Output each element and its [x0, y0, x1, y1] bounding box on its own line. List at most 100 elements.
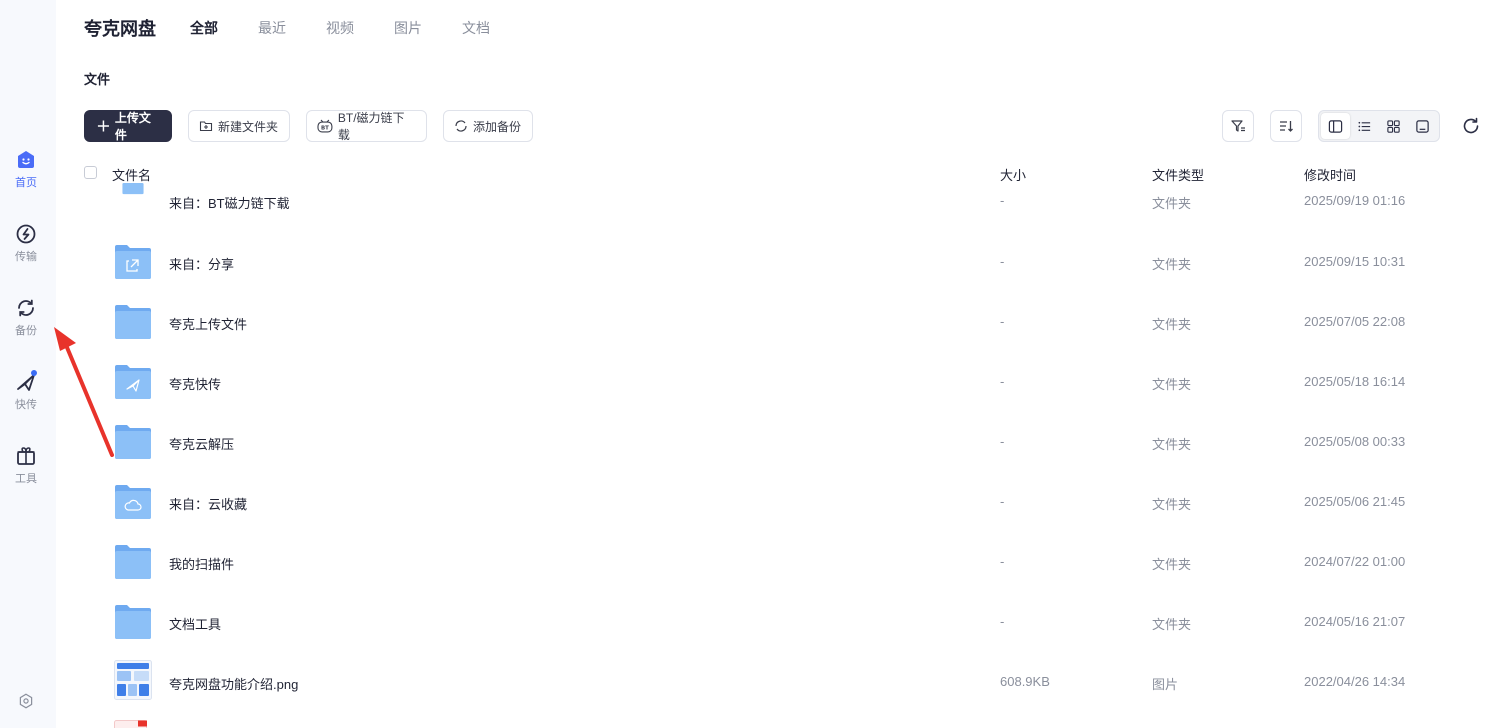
- toolbar: 上传文件 新建文件夹 BT BT/磁力链下载 添加备份: [84, 110, 533, 142]
- file-size: -: [1000, 614, 1005, 629]
- new-folder-icon: [199, 121, 213, 132]
- folder-send-icon: [115, 365, 151, 399]
- upload-button-label: 上传文件: [114, 111, 151, 142]
- file-mtime: 2025/09/19 01:16: [1304, 193, 1406, 208]
- file-size: -: [1000, 494, 1005, 509]
- view-preview-button[interactable]: [1408, 113, 1437, 139]
- file-mtime: 2025/09/15 10:31: [1304, 254, 1406, 269]
- bt-download-button-label: BT/磁力链下载: [337, 111, 405, 142]
- file-size: -: [1000, 434, 1005, 449]
- file-mtime: 2025/05/06 21:45: [1304, 494, 1406, 509]
- table-row[interactable]: 夸克云解压 - 文件夹 2025/05/08 00:33: [84, 411, 1484, 471]
- breadcrumb[interactable]: 文件: [84, 69, 110, 88]
- add-backup-button[interactable]: 添加备份: [443, 110, 533, 142]
- settings-button[interactable]: [0, 692, 52, 710]
- preview-view-icon: [1416, 119, 1429, 133]
- table-row[interactable]: 来自：BT磁力链下载 - 文件夹 2025/09/19 01:16: [84, 171, 1484, 231]
- file-name: 夸克云解压: [169, 437, 235, 452]
- view-grid-button[interactable]: [1379, 113, 1408, 139]
- sidebar-item-tools[interactable]: 工具: [0, 444, 52, 486]
- view-mode-group: [1318, 110, 1440, 142]
- table-row[interactable]: 夸克快传 - 文件夹 2025/05/18 16:14: [84, 351, 1484, 411]
- refresh-icon[interactable]: [1460, 115, 1482, 137]
- file-type: 文件夹: [1152, 257, 1192, 272]
- filter-icon: [1231, 120, 1245, 132]
- sidebar-item-label: 快传: [15, 399, 37, 411]
- folder-icon: [115, 425, 151, 459]
- file-name: 文档工具: [169, 617, 222, 632]
- bt-download-button[interactable]: BT BT/磁力链下载: [306, 110, 427, 142]
- file-name: 来自：云收藏: [169, 497, 248, 512]
- file-name: 我的扫描件: [169, 557, 235, 572]
- file-type: 文件夹: [1152, 617, 1192, 632]
- new-folder-button[interactable]: 新建文件夹: [188, 110, 290, 142]
- notification-dot: [31, 370, 37, 376]
- table-row[interactable]: 夸克上传文件 - 文件夹 2025/07/05 22:08: [84, 291, 1484, 351]
- tab-all[interactable]: 全部: [190, 18, 218, 38]
- table-row[interactable]: 文档工具 - 文件夹 2024/05/16 21:07: [84, 591, 1484, 651]
- view-list-button[interactable]: [1350, 113, 1379, 139]
- sidebar-item-home[interactable]: 首页: [0, 148, 52, 190]
- file-size: -: [1000, 554, 1005, 569]
- sort-button[interactable]: [1270, 110, 1302, 142]
- file-mtime: 2025/07/05 22:08: [1304, 314, 1406, 329]
- tab-video[interactable]: 视频: [326, 18, 354, 38]
- svg-text:BT: BT: [321, 125, 329, 131]
- file-type: 文件夹: [1152, 557, 1192, 572]
- table-row[interactable]: 我的扫描件 - 文件夹 2024/07/22 01:00: [84, 531, 1484, 591]
- file-name: 夸克上传文件: [169, 317, 248, 332]
- folder-icon: [122, 183, 144, 195]
- file-size: 608.9KB: [1000, 674, 1050, 689]
- split-view-icon: [1328, 119, 1343, 133]
- grid-view-icon: [1387, 119, 1400, 133]
- folder-icon: [115, 605, 151, 639]
- file-type: 文件夹: [1152, 377, 1192, 392]
- file-mtime: 2024/05/16 21:07: [1304, 614, 1406, 629]
- table-row[interactable]: 来自：云收藏 - 文件夹 2025/05/06 21:45: [84, 471, 1484, 531]
- sidebar-item-label: 备份: [15, 325, 37, 337]
- file-mtime: 2022/04/26 14:34: [1304, 674, 1406, 689]
- folder-icon: [115, 545, 151, 579]
- tab-document[interactable]: 文档: [462, 18, 490, 38]
- sidebar: 首页 传输 备份 快传 工具: [0, 0, 56, 728]
- table-row-partial[interactable]: [84, 711, 1484, 728]
- sidebar-item-transfer[interactable]: 传输: [0, 222, 52, 264]
- file-type: 文件夹: [1152, 497, 1192, 512]
- filter-button[interactable]: [1222, 110, 1254, 142]
- sidebar-item-quick-send[interactable]: 快传: [0, 370, 52, 412]
- backup-icon: [18, 299, 34, 317]
- bt-icon: BT: [317, 119, 333, 133]
- file-type: 文件夹: [1152, 317, 1192, 332]
- top-nav: 夸克网盘 全部 最近 视频 图片 文档: [84, 14, 530, 42]
- tab-image[interactable]: 图片: [394, 18, 422, 38]
- file-name: 来自：分享: [169, 257, 235, 272]
- plus-icon: [97, 120, 109, 132]
- file-name: 夸克网盘功能介绍.png: [169, 677, 299, 692]
- file-type: 图片: [1152, 677, 1179, 692]
- table-row[interactable]: 夸克网盘功能介绍.png 608.9KB 图片 2022/04/26 14:34: [84, 651, 1484, 711]
- document-icon: [114, 720, 147, 728]
- app-brand: 夸克网盘: [84, 19, 156, 39]
- image-thumbnail-icon: [114, 660, 152, 700]
- add-backup-button-label: 添加备份: [473, 119, 522, 134]
- home-icon: [18, 151, 34, 168]
- upload-button[interactable]: 上传文件: [84, 110, 172, 142]
- new-folder-button-label: 新建文件夹: [218, 119, 279, 134]
- tab-recent[interactable]: 最近: [258, 18, 286, 38]
- file-size: -: [1000, 193, 1005, 208]
- folder-icon: [115, 305, 151, 339]
- table-row[interactable]: 来自：分享 - 文件夹 2025/09/15 10:31: [84, 231, 1484, 291]
- settings-icon: [19, 693, 33, 709]
- file-name: 夸克快传: [169, 377, 222, 392]
- view-split-button[interactable]: [1321, 113, 1350, 139]
- transfer-icon: [16, 224, 36, 244]
- file-size: -: [1000, 254, 1005, 269]
- backup-icon: [455, 120, 467, 132]
- sort-icon: [1280, 121, 1293, 132]
- toolbox-icon: [17, 447, 35, 465]
- file-mtime: 2025/05/08 00:33: [1304, 434, 1406, 449]
- sidebar-item-backup[interactable]: 备份: [0, 296, 52, 338]
- file-type: 文件夹: [1152, 437, 1192, 452]
- file-name: 来自：BT磁力链下载: [169, 196, 290, 211]
- file-type: 文件夹: [1152, 196, 1192, 211]
